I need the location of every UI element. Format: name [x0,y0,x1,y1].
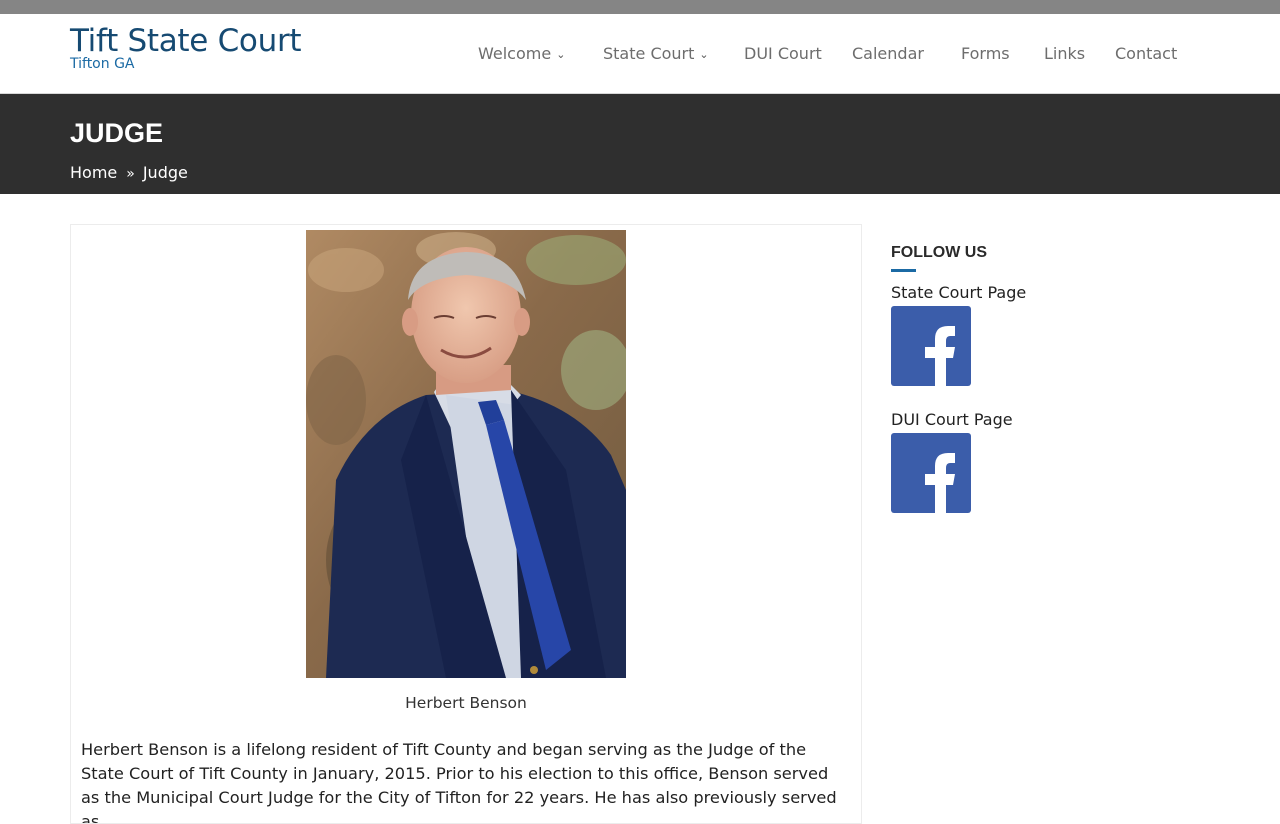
judge-photo [306,230,626,678]
facebook-icon [891,306,971,386]
chevron-down-icon: ⌄ [556,48,566,61]
breadcrumb-home-link[interactable]: Home [70,163,117,182]
nav-item-label: Calendar [852,44,924,63]
main-nav: Welcome ⌄ State Court ⌄ DUI Court Calendar… [0,42,1280,66]
nav-item-label: Links [1044,44,1086,63]
breadcrumb-current: Judge [142,163,188,182]
nav-item-contact[interactable]: Contact [1115,42,1177,66]
site-header: Tift State Court Tifton GA Welcome ⌄ Stat… [0,14,1280,94]
nav-item-label: State Court [603,44,695,63]
nav-item-forms[interactable]: Forms [961,42,1010,66]
state-court-facebook-link[interactable] [891,306,971,386]
content-card: Herbert Benson Herbert Benson is a lifel… [70,224,862,824]
nav-item-dui-court[interactable]: DUI Court [744,42,822,66]
nav-item-links[interactable]: Links [1044,42,1085,66]
top-strip [0,0,1280,14]
state-court-page-label: State Court Page [891,283,1027,302]
heading-underline [891,269,916,272]
nav-item-state-court[interactable]: State Court ⌄ [603,42,709,66]
judge-bio: Herbert Benson is a lifelong resident of… [81,740,837,824]
nav-item-label: Forms [961,44,1010,63]
nav-item-label: Welcome [478,44,552,63]
page-banner: JUDGE Home » Judge [0,94,1280,194]
sidebar: FOLLOW US State Court Page DUI Court Pag… [891,240,1221,540]
dui-court-facebook-link[interactable] [891,433,971,513]
photo-caption: Herbert Benson [405,694,527,712]
nav-item-label: Contact [1115,44,1178,63]
nav-item-calendar[interactable]: Calendar [852,42,924,66]
nav-item-welcome[interactable]: Welcome ⌄ [478,42,565,66]
double-chevron-right-icon: » [126,166,135,182]
nav-item-label: DUI Court [744,44,822,63]
follow-us-heading: FOLLOW US [891,244,987,261]
dui-court-page-label: DUI Court Page [891,410,1013,429]
breadcrumb: Home » Judge [70,162,188,184]
facebook-icon [891,433,971,513]
page-title: JUDGE [70,118,164,148]
chevron-down-icon: ⌄ [699,48,709,61]
